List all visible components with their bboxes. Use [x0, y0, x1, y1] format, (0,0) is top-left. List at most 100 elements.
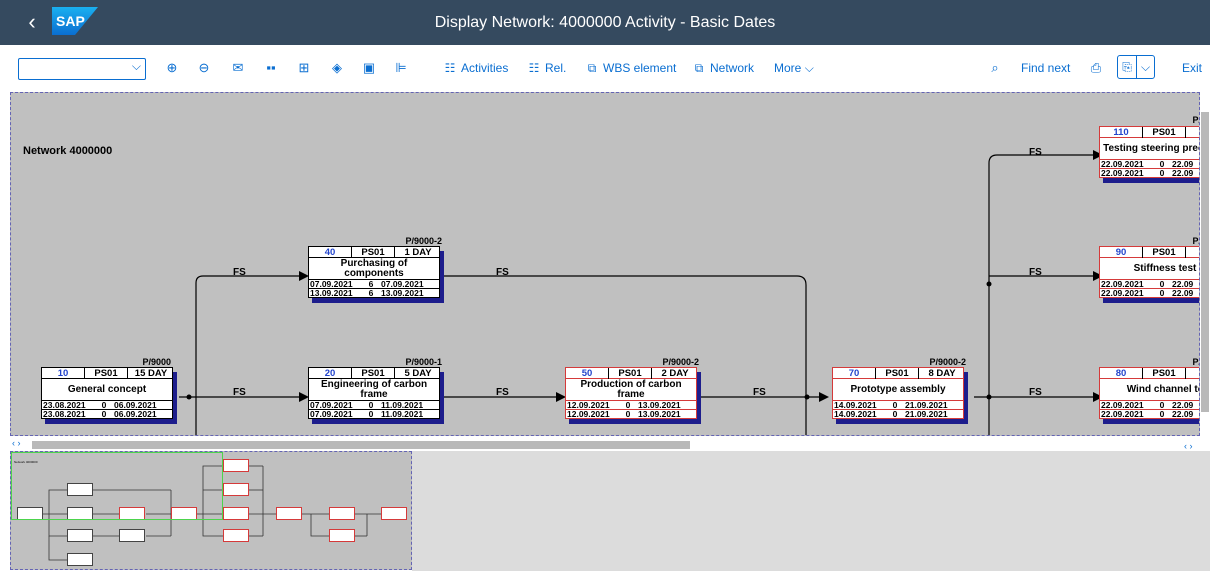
back-button[interactable]: ‹	[20, 9, 44, 35]
activity-profile: PS01	[1142, 368, 1186, 379]
activity-node-10[interactable]: 10 PS01 15 DAY General concept 23.08.202…	[41, 367, 173, 419]
vertical-scroll-thumb[interactable]	[1201, 112, 1209, 412]
activity-node-110[interactable]: 110 PS01 1 I Testing steering precision …	[1099, 126, 1199, 178]
activity-header: 110 PS01 1 I	[1100, 127, 1199, 138]
float: 0	[1159, 288, 1165, 298]
activity-number: 10	[57, 368, 69, 379]
scroll-arrows-icon[interactable]: ‹ ›	[12, 438, 21, 448]
relation-label: FS	[233, 387, 246, 398]
align-icon[interactable]: ⊫	[392, 59, 410, 77]
toolbar: ⌵ ⊕ ⊖ ✉ ▪▪ ⊞ ◈ ▣ ⊫ ☷ Activities ☷ Rel. ⧉ WB…	[0, 45, 1210, 92]
overview-node	[223, 483, 249, 496]
start-date: 07.09.2021	[310, 409, 353, 419]
zoom-in-icon[interactable]: ⊕	[163, 59, 181, 77]
activity-profile: PS01	[1142, 127, 1186, 138]
picture-icon[interactable]: ▣	[360, 59, 378, 77]
late-dates-row: 23.08.2021 0 06.09.2021	[42, 409, 172, 419]
network-button[interactable]: ⧉ Network	[692, 58, 754, 78]
display-options-button[interactable]: ⎘ ⌵	[1117, 55, 1155, 79]
scroll-arrows-icon[interactable]: ‹ ›	[1184, 441, 1193, 451]
activity-header: 50 PS01 2 DAY	[566, 368, 696, 379]
chevron-down-icon[interactable]: ⌵	[1136, 56, 1154, 78]
start-date: 14.09.2021	[834, 409, 877, 419]
activities-button[interactable]: ☷ Activities	[443, 58, 509, 78]
layout-combobox[interactable]: ⌵	[18, 58, 146, 80]
relations-label: Rel.	[545, 61, 567, 75]
activity-number: 70	[848, 368, 860, 379]
layout-icon[interactable]: ⊞	[295, 59, 313, 77]
relation-label: FS	[1029, 267, 1042, 278]
activity-header: 80 PS01 1 I	[1100, 368, 1199, 379]
finish-date: 21.09.2021	[905, 409, 948, 419]
relation-label: FS	[496, 387, 509, 398]
overview-node	[119, 529, 145, 542]
activity-profile: PS01	[351, 247, 395, 258]
chevron-down-icon[interactable]: ⌵	[132, 59, 141, 74]
activity-duration: 1 DAY	[404, 247, 432, 258]
start-date: 12.09.2021	[567, 409, 610, 419]
more-button[interactable]: More ⌵	[774, 58, 814, 78]
activity-node-20[interactable]: 20 PS01 5 DAY Engineering of carbon fram…	[308, 367, 440, 419]
horizontal-scrollbar[interactable]: ‹ › ‹ ›	[10, 437, 1200, 451]
finish-date: 22.09	[1172, 168, 1194, 178]
activity-description: Engineering of carbon frame	[320, 379, 428, 400]
wbs-element-label: P/9000-2	[662, 357, 699, 367]
activity-duration: 8 DAY	[928, 368, 956, 379]
late-dates-row: 13.09.2021 6 13.09.2021	[309, 288, 439, 298]
start-date: 22.09.2021	[1101, 168, 1144, 178]
zoom-out-icon[interactable]: ⊖	[195, 59, 213, 77]
activity-node-90[interactable]: 90 PS01 1 I Stiffness test 22.09.2021 0 …	[1099, 246, 1199, 298]
activity-description: Stiffness test	[1133, 263, 1197, 274]
early-dates-row: 22.09.2021 0 22.09	[1100, 159, 1199, 169]
activity-node-80[interactable]: 80 PS01 1 I Wind channel te 22.09.2021 0…	[1099, 367, 1199, 419]
wbs-label: WBS element	[603, 61, 677, 75]
activity-number: 20	[324, 368, 336, 379]
page-title: Display Network: 4000000 Activity - Basi…	[434, 14, 776, 31]
activity-description: Production of carbon frame	[580, 379, 682, 400]
activity-duration: 5 DAY	[404, 368, 432, 379]
relations-button[interactable]: ☷ Rel.	[527, 58, 567, 78]
network-overview[interactable]: Network 4000000	[10, 451, 412, 570]
overview-node	[223, 529, 249, 542]
finish-date: 22.09	[1172, 409, 1194, 419]
wbs-element-button[interactable]: ⧉ WBS element	[585, 58, 677, 78]
start-date: 22.09.2021	[1101, 409, 1144, 419]
float: 0	[101, 409, 107, 419]
activity-duration: 2 DAY	[661, 368, 689, 379]
late-dates-row: 22.09.2021 0 22.09	[1100, 409, 1199, 419]
overview-node	[223, 459, 249, 472]
activity-header: 90 PS01 1 I	[1100, 247, 1199, 258]
start-date: 23.08.2021	[43, 409, 86, 419]
sap-logo[interactable]: SAP	[52, 7, 98, 35]
overview-node	[329, 507, 355, 520]
network-graphic-canvas[interactable]: Network 4000000 FS FS FS FS FS FS FS FS …	[10, 92, 1200, 436]
overview-viewport-frame[interactable]	[11, 452, 223, 520]
early-dates-row: 22.09.2021 0 22.09	[1100, 400, 1199, 410]
wbs-element-label: P/9000-2	[929, 357, 966, 367]
activity-profile: PS01	[608, 368, 652, 379]
wbs-element-label: P/9000-2	[405, 236, 442, 246]
cube-icon[interactable]: ◈	[328, 59, 346, 77]
mail-icon[interactable]: ✉	[229, 59, 247, 77]
chevron-down-icon: ⌵	[804, 61, 814, 75]
network-title: Network 4000000	[23, 145, 113, 157]
finish-date: 11.09.2021	[381, 409, 424, 419]
grid-icon[interactable]: ▪▪	[262, 59, 280, 77]
wbs-element-label: P/9000-1	[405, 357, 442, 367]
find-next-button[interactable]: Find next	[1021, 58, 1070, 78]
horizontal-scroll-thumb[interactable]	[32, 441, 690, 449]
finish-date: 22.09	[1172, 288, 1194, 298]
more-label: More	[774, 61, 802, 75]
vertical-scrollbar[interactable]	[1200, 92, 1210, 436]
activity-node-50[interactable]: 50 PS01 2 DAY Production of carbon frame…	[565, 367, 697, 419]
exit-button[interactable]: Exit	[1182, 58, 1202, 78]
activity-header: 70 PS01 8 DAY	[833, 368, 963, 379]
relation-label: FS	[753, 387, 766, 398]
print-icon[interactable]: ⎙	[1087, 59, 1105, 77]
search-icon[interactable]: ⌕	[986, 59, 1004, 77]
activity-node-70[interactable]: 70 PS01 8 DAY Prototype assembly 14.09.2…	[832, 367, 964, 419]
early-dates-row: 12.09.2021 0 13.09.2021	[566, 400, 696, 410]
activity-profile: PS01	[351, 368, 395, 379]
late-dates-row: 22.09.2021 0 22.09	[1100, 168, 1199, 178]
activity-node-40[interactable]: 40 PS01 1 DAY Purchasing of components 0…	[308, 246, 440, 298]
